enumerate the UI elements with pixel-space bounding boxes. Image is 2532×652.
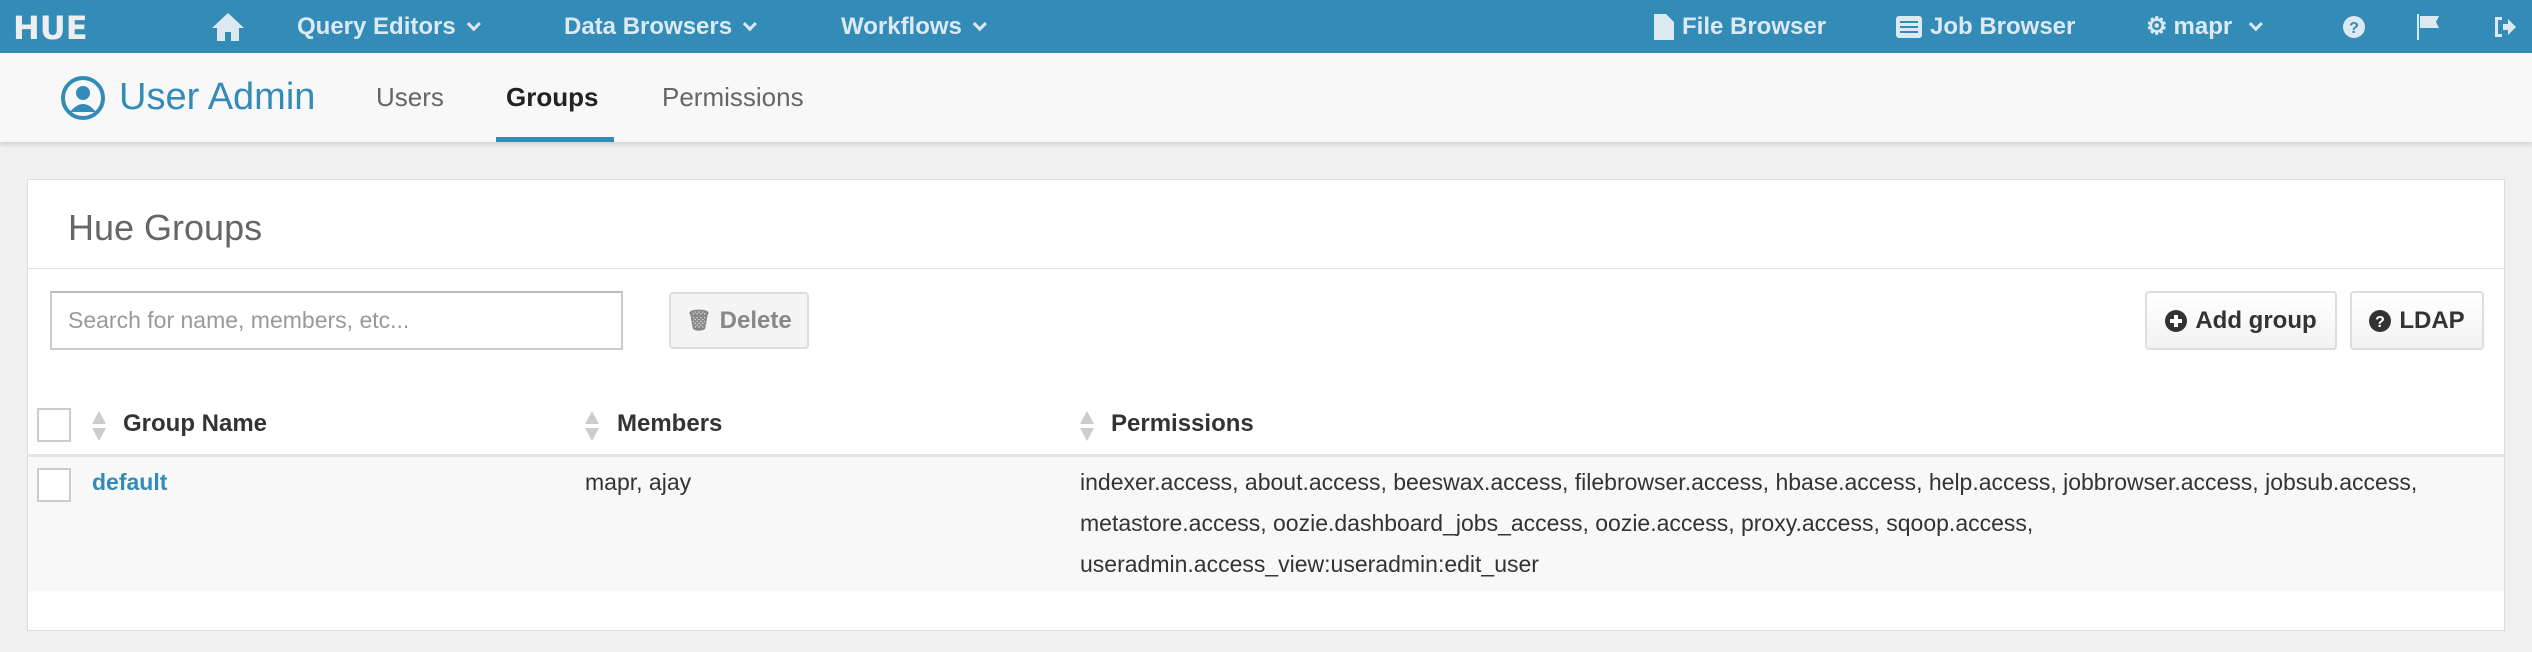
svg-text:?: ?	[2375, 314, 2385, 331]
sort-icon[interactable]	[1080, 411, 1094, 441]
panel-title: Hue Groups	[68, 207, 263, 248]
tab-permissions[interactable]: Permissions	[662, 53, 804, 142]
group-permissions: indexer.access, about.access, beeswax.ac…	[1080, 469, 2418, 577]
divider	[28, 268, 2504, 269]
column-header-permissions[interactable]: Permissions	[1111, 410, 1254, 438]
query-editors-menu[interactable]: Query Editors	[297, 0, 481, 53]
home-icon[interactable]	[210, 0, 246, 53]
user-name: mapr	[2173, 12, 2233, 40]
svg-text:?: ?	[2349, 20, 2359, 37]
file-browser-label: File Browser	[1682, 12, 1827, 40]
workflows-label: Workflows	[841, 12, 962, 40]
add-group-button[interactable]: Add group	[2145, 291, 2337, 350]
ldap-button[interactable]: ? LDAP	[2350, 291, 2484, 350]
ldap-label: LDAP	[2399, 306, 2465, 334]
delete-label: Delete	[719, 306, 792, 334]
flag-icon[interactable]	[2417, 0, 2441, 53]
trash-icon: 🗑	[686, 310, 712, 332]
help-icon[interactable]: ?	[2343, 0, 2365, 53]
plus-circle-icon	[2165, 309, 2188, 332]
user-menu[interactable]: ⚙ mapr	[2146, 0, 2264, 53]
sign-out-icon[interactable]	[2493, 0, 2517, 53]
data-browsers-menu[interactable]: Data Browsers	[564, 0, 757, 53]
group-members: mapr, ajay	[585, 469, 692, 495]
user-circle-icon	[61, 75, 105, 120]
select-all-checkbox[interactable]	[37, 408, 71, 442]
tab-users[interactable]: Users	[376, 53, 444, 142]
delete-button[interactable]: 🗑 Delete	[669, 292, 809, 349]
svg-text:HUE: HUE	[13, 12, 88, 42]
file-icon	[1654, 13, 1674, 40]
tab-groups[interactable]: Groups	[506, 53, 598, 142]
row-checkbox[interactable]	[37, 468, 71, 502]
job-browser-label: Job Browser	[1930, 12, 2076, 40]
hue-logo[interactable]: HUE	[13, 0, 101, 53]
sort-icon[interactable]	[92, 411, 106, 441]
sort-icon[interactable]	[585, 411, 599, 441]
file-browser-link[interactable]: File Browser	[1654, 0, 1826, 53]
group-name-link[interactable]: default	[92, 462, 167, 503]
gears-icon: ⚙	[2146, 13, 2168, 40]
workflows-menu[interactable]: Workflows	[841, 0, 987, 53]
column-header-members[interactable]: Members	[617, 410, 722, 438]
app-title[interactable]: User Admin	[61, 53, 315, 142]
job-browser-link[interactable]: Job Browser	[1896, 0, 2075, 53]
active-tab-indicator	[496, 137, 614, 142]
add-group-label: Add group	[2195, 306, 2317, 334]
column-header-group-name[interactable]: Group Name	[123, 410, 267, 438]
search-input[interactable]	[50, 291, 623, 350]
question-circle-icon: ?	[2369, 309, 2392, 332]
list-icon	[1896, 15, 1922, 38]
query-editors-label: Query Editors	[297, 12, 456, 40]
data-browsers-label: Data Browsers	[564, 12, 733, 40]
app-title-label: User Admin	[119, 76, 316, 118]
